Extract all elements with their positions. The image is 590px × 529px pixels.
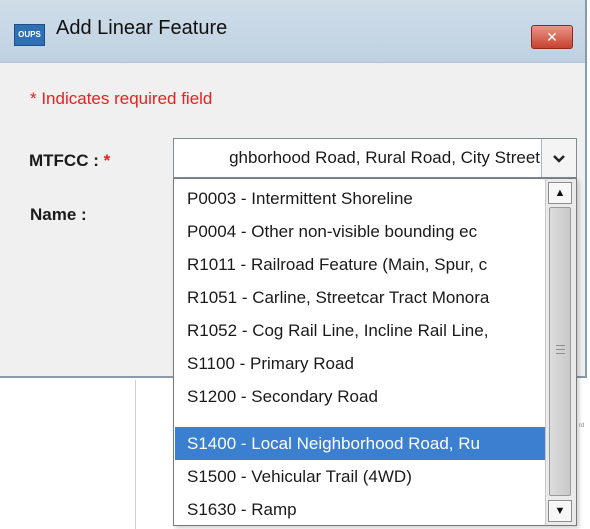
- scroll-down-button[interactable]: ▼: [548, 500, 572, 522]
- scrollbar-thumb[interactable]: [549, 207, 571, 496]
- grip-line: [556, 345, 565, 346]
- background-page-divider: [135, 380, 136, 529]
- grip-line: [556, 349, 565, 350]
- dropdown-option[interactable]: R1011 - Railroad Feature (Main, Spur, c: [175, 248, 546, 281]
- scroll-down-arrow-icon: ▼: [554, 505, 566, 517]
- scroll-up-arrow-icon: ▲: [554, 187, 566, 199]
- grip-line: [556, 353, 565, 354]
- name-label: Name :: [30, 205, 87, 224]
- dropdown-option[interactable]: S1630 - Ramp: [175, 493, 546, 525]
- dropdown-option[interactable]: P0003 - Intermittent Shoreline: [175, 182, 546, 215]
- required-field-note: * Indicates required field: [30, 89, 213, 108]
- dropdown-option-selected[interactable]: S1400 - Local Neighborhood Road, Ru: [175, 427, 546, 460]
- dropdown-option[interactable]: R1051 - Carline, Streetcar Tract Monora: [175, 281, 546, 314]
- mtfcc-label: MTFCC : *: [29, 151, 110, 171]
- mtfcc-select-value: ghborhood Road, Rural Road, City Street: [229, 148, 540, 167]
- background-page-text: rd: [579, 423, 585, 429]
- close-button[interactable]: ✕: [531, 25, 573, 49]
- dropdown-scrollbar[interactable]: ▲ ▼: [545, 179, 576, 525]
- dropdown-option[interactable]: P0004 - Other non-visible bounding ec: [175, 215, 546, 248]
- mtfcc-label-text: MTFCC :: [29, 151, 99, 170]
- mtfcc-select[interactable]: ghborhood Road, Rural Road, City Street: [173, 138, 577, 178]
- mtfcc-dropdown-list[interactable]: P0003 - Intermittent Shoreline P0004 - O…: [173, 178, 577, 526]
- dropdown-option[interactable]: S1100 - Primary Road: [175, 347, 546, 380]
- app-logo-icon: OUPS: [14, 24, 45, 46]
- chevron-down-icon: [553, 155, 565, 164]
- dropdown-option[interactable]: R1052 - Cog Rail Line, Incline Rail Line…: [175, 314, 546, 347]
- required-star: *: [103, 151, 111, 170]
- dropdown-option[interactable]: S1500 - Vehicular Trail (4WD): [175, 460, 546, 493]
- close-x-icon: ✕: [546, 29, 558, 45]
- dialog-title: Add Linear Feature: [56, 17, 228, 39]
- dialog-titlebar[interactable]: OUPS Add Linear Feature ✕: [0, 0, 585, 63]
- scroll-up-button[interactable]: ▲: [548, 182, 572, 204]
- dropdown-toggle-button[interactable]: [541, 139, 576, 177]
- dropdown-option[interactable]: S1200 - Secondary Road: [175, 380, 546, 413]
